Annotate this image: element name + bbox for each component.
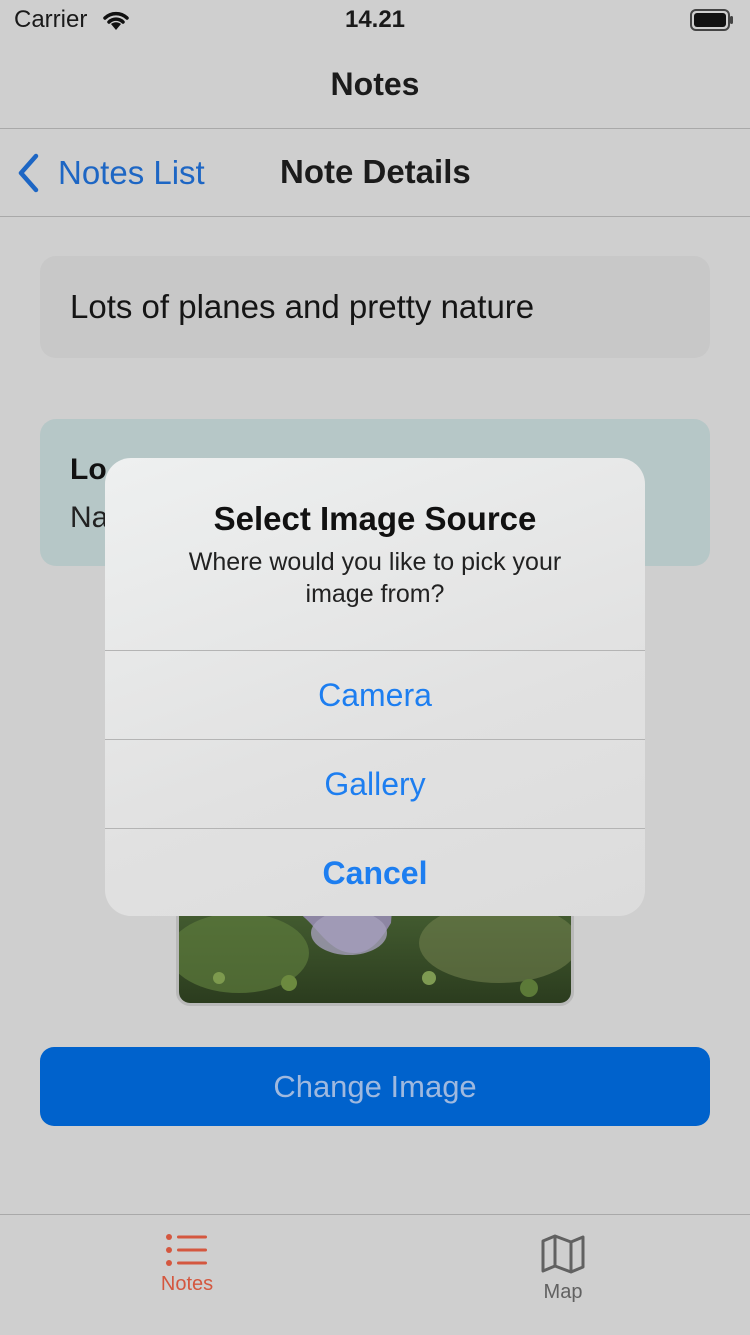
status-bar: Carrier 14.21 [0, 0, 750, 40]
location-heading: Lo [70, 453, 107, 486]
note-text-card[interactable]: Lots of planes and pretty nature [40, 256, 710, 358]
map-icon [541, 1234, 585, 1274]
note-text: Lots of planes and pretty nature [70, 288, 535, 325]
back-button[interactable]: Notes List [16, 151, 205, 195]
detail-navigation-bar: Notes List Note Details [0, 129, 750, 217]
alert-message: Where would you like to pick your image … [188, 548, 562, 608]
back-button-label: Notes List [58, 154, 205, 191]
location-value: Na [70, 501, 109, 534]
tab-map[interactable]: Map [503, 1233, 623, 1304]
change-image-button[interactable]: Change Image [40, 1047, 710, 1126]
gallery-button[interactable]: Gallery [105, 739, 645, 829]
tab-bar: Notes Map [0, 1214, 750, 1335]
alert-title: Select Image Source [213, 500, 537, 537]
tab-notes-label: Notes [160, 1273, 214, 1295]
chevron-left-icon [18, 153, 39, 193]
cancel-button[interactable]: Cancel [105, 828, 645, 916]
tab-map-label: Map [543, 1281, 583, 1303]
list-icon [166, 1234, 207, 1266]
status-time: 14.21 [344, 6, 406, 33]
top-navigation-bar: Notes [0, 40, 750, 129]
camera-button[interactable]: Camera [105, 650, 645, 740]
battery-icon [690, 9, 733, 31]
image-source-alert: Select Image Source Where would you like… [105, 458, 645, 916]
page-title: Notes [330, 66, 420, 102]
tab-notes[interactable]: Notes [127, 1233, 247, 1296]
detail-title: Note Details [280, 153, 471, 190]
